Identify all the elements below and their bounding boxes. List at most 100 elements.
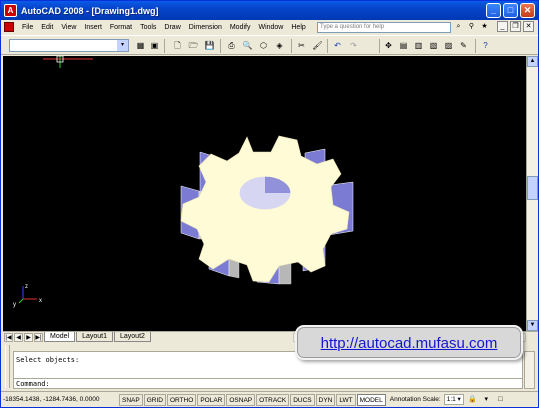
drawing-area[interactable]: z x y (3, 56, 526, 331)
workspace-dropdown[interactable]: ▾ (9, 39, 129, 52)
menu-modify[interactable]: Modify (226, 24, 255, 31)
url-link[interactable]: http://autocad.mufasu.com (297, 327, 521, 358)
command-window-grip[interactable] (5, 345, 10, 388)
help-search-input[interactable]: Type a question for help (317, 22, 451, 33)
toggle-dyn[interactable]: DYN (315, 393, 336, 406)
menu-bar: File Edit View Insert Format Tools Draw … (1, 20, 538, 34)
menu-tools[interactable]: Tools (136, 24, 160, 31)
toggle-grid[interactable]: GRID (143, 393, 166, 406)
publish-icon[interactable]: ⬡ (257, 40, 270, 52)
toggle-polar[interactable]: POLAR (197, 393, 226, 406)
help-icon[interactable]: ? (479, 40, 492, 52)
ucs-icon: z x y (13, 284, 42, 308)
autocad-window: A AutoCAD 2008 - [Drawing1.dwg] _ □ ✕ Fi… (0, 0, 539, 408)
match-properties-icon[interactable]: 🖌 (311, 40, 324, 52)
toolbar-separator (291, 39, 292, 53)
favorites-star-icon[interactable]: ★ (479, 21, 490, 32)
standard-toolbar: ▾ ▦ ▣ 🗋 🗁 💾 ⎙ 🔍 ⬡ ◈ ✂ 🖌 ↶ ↷ ✥ ▤ ▥ ▧ ▨ ✎ … (1, 35, 538, 55)
cut-icon[interactable]: ✂ (295, 40, 308, 52)
toggle-snap[interactable]: SNAP (119, 393, 143, 406)
toggle-ortho[interactable]: ORTHO (166, 393, 197, 406)
pan-icon[interactable]: ✥ (382, 40, 395, 52)
window-title: AutoCAD 2008 - [Drawing1.dwg] (21, 5, 159, 16)
menu-insert[interactable]: Insert (80, 24, 106, 31)
menu-help[interactable]: Help (287, 24, 309, 31)
plot-preview-icon[interactable]: 🔍 (241, 40, 254, 52)
menu-format[interactable]: Format (106, 24, 136, 31)
status-bar: -18354.1438, -1284.7436, 0.0000 SNAP GRI… (1, 391, 538, 407)
document-minimize-button[interactable]: _ (497, 21, 508, 32)
toolbar-separator (327, 39, 328, 53)
toolbar-separator (220, 39, 221, 53)
url-banner: http://autocad.mufasu.com (295, 325, 523, 360)
save-icon[interactable]: 💾 (203, 40, 216, 52)
undo-icon[interactable]: ↶ (331, 40, 344, 52)
menu-file[interactable]: File (18, 24, 37, 31)
window-controls: _ □ ✕ (486, 3, 535, 18)
help-tools: ⌕ ⚲ ★ (453, 21, 490, 32)
properties-icon[interactable]: ▤ (397, 40, 410, 52)
toggle-osnap[interactable]: OSNAP (226, 393, 256, 406)
toggle-model[interactable]: MODEL (356, 393, 386, 406)
scroll-thumb[interactable] (527, 176, 538, 200)
workspace-settings-icon[interactable]: ▦ (134, 40, 147, 52)
toggle-otrack[interactable]: OTRACK (256, 393, 290, 406)
redo-icon[interactable]: ↷ (347, 40, 360, 52)
lock-icon[interactable]: 🔒 (467, 394, 478, 405)
document-controls: _ ❐ ✕ (497, 21, 534, 32)
vertical-scrollbar[interactable]: ▲ ▼ (526, 56, 538, 331)
document-restore-button[interactable]: ❐ (510, 21, 521, 32)
annotation-scale-label: Annotation Scale: (389, 396, 441, 403)
toggle-ducs[interactable]: DUCS (290, 393, 315, 406)
svg-text:x: x (39, 298, 42, 304)
command-prompt: Command: (16, 380, 50, 388)
svg-text:y: y (13, 302, 16, 308)
tray-settings-icon[interactable]: ▾ (481, 394, 492, 405)
svg-text:z: z (25, 284, 28, 290)
communication-center-icon[interactable]: ⚲ (466, 21, 477, 32)
menu-view[interactable]: View (57, 24, 80, 31)
tab-layout1[interactable]: Layout1 (76, 332, 113, 342)
crosshair-cursor (43, 56, 93, 68)
tool-palettes-icon[interactable]: ▧ (427, 40, 440, 52)
close-button[interactable]: ✕ (520, 3, 535, 18)
document-close-button[interactable]: ✕ (523, 21, 534, 32)
menu-dimension[interactable]: Dimension (185, 24, 226, 31)
markup-icon[interactable]: ✎ (457, 40, 470, 52)
tab-layout2[interactable]: Layout2 (114, 332, 151, 342)
save-workspace-icon[interactable]: ▣ (148, 40, 161, 52)
autocad-app-icon[interactable]: A (4, 4, 17, 17)
toolbar-separator (379, 39, 380, 53)
last-tab-icon[interactable]: ▶| (34, 332, 43, 342)
coordinate-readout[interactable]: -18354.1438, -1284.7436, 0.0000 (1, 396, 119, 403)
scroll-down-icon[interactable]: ▼ (527, 320, 538, 331)
next-tab-icon[interactable]: ▶ (24, 332, 33, 342)
document-menu-icon[interactable] (4, 22, 14, 32)
title-bar: A AutoCAD 2008 - [Drawing1.dwg] _ □ ✕ (1, 1, 538, 20)
scroll-up-icon[interactable]: ▲ (527, 56, 538, 67)
open-folder-icon[interactable]: 🗁 (187, 40, 200, 52)
3d-dwf-icon[interactable]: ◈ (273, 40, 286, 52)
tab-model[interactable]: Model (44, 332, 76, 342)
annotation-scale-dropdown[interactable]: 1:1 ▾ (443, 394, 464, 405)
gear-3d-model[interactable] (180, 135, 354, 285)
new-file-icon[interactable]: 🗋 (171, 40, 184, 52)
minimize-button[interactable]: _ (486, 3, 501, 18)
drawing-svg: z x y (13, 56, 354, 308)
sheet-set-icon[interactable]: ▨ (442, 40, 455, 52)
first-tab-icon[interactable]: |◀ (4, 332, 13, 342)
command-scrollbar[interactable] (524, 351, 535, 389)
menu-draw[interactable]: Draw (160, 24, 184, 31)
toggle-lwt[interactable]: LWT (336, 393, 356, 406)
prev-tab-icon[interactable]: ◀ (14, 332, 23, 342)
chevron-down-icon[interactable]: ▾ (117, 40, 128, 51)
menu-window[interactable]: Window (254, 24, 287, 31)
search-icon[interactable]: ⌕ (453, 21, 464, 32)
maximize-button[interactable]: □ (503, 3, 518, 18)
design-center-icon[interactable]: ▥ (412, 40, 425, 52)
clean-screen-icon[interactable]: □ (495, 394, 506, 405)
plot-icon[interactable]: ⎙ (225, 40, 238, 52)
menu-edit[interactable]: Edit (37, 24, 57, 31)
command-input[interactable]: Command: (13, 378, 523, 389)
toolbar-separator (164, 39, 165, 53)
